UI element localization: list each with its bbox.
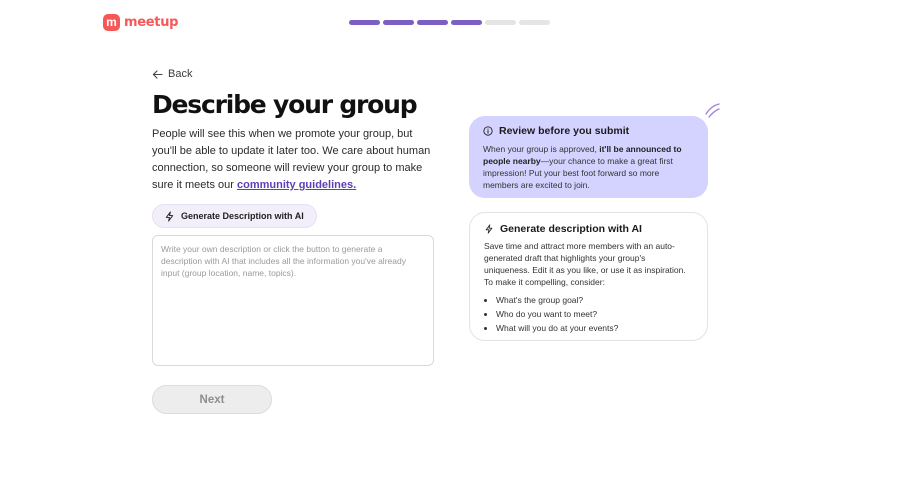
- description-input[interactable]: [152, 235, 434, 366]
- back-label: Back: [168, 68, 193, 80]
- progress-segment: [417, 20, 448, 25]
- arrow-left-icon: [152, 69, 163, 79]
- review-text-start: When your group is approved,: [483, 144, 600, 154]
- sparkle-lines-icon: [705, 103, 720, 118]
- lightning-icon: [165, 210, 174, 222]
- progress-segment: [485, 20, 516, 25]
- back-button[interactable]: Back: [152, 68, 192, 80]
- review-before-submit-card: Review before you submit When your group…: [469, 116, 708, 198]
- progress-segment: [519, 20, 550, 25]
- progress-segment: [451, 20, 482, 25]
- ai-card-heading: Generate description with AI: [484, 223, 693, 235]
- list-item: What will you do at your events?: [496, 321, 693, 335]
- generate-with-ai-card: Generate description with AI Save time a…: [469, 212, 708, 341]
- review-card-heading: Review before you submit: [483, 125, 694, 137]
- page-title: Describe your group: [152, 90, 418, 119]
- next-button[interactable]: Next: [152, 385, 272, 414]
- generate-button-label: Generate Description with AI: [181, 211, 304, 221]
- progress-bar: [349, 20, 550, 25]
- progress-segment: [349, 20, 380, 25]
- review-card-title: Review before you submit: [499, 125, 630, 137]
- ai-card-bullets: What's the group goal? Who do you want t…: [484, 293, 693, 335]
- generate-description-button[interactable]: Generate Description with AI: [152, 204, 317, 228]
- intro-text: People will see this when we promote you…: [152, 126, 437, 194]
- list-item: What's the group goal?: [496, 293, 693, 307]
- info-icon: [483, 126, 493, 136]
- review-card-text: When your group is approved, it'll be an…: [483, 143, 694, 191]
- logo-text: meetup: [124, 15, 179, 30]
- meetup-logo[interactable]: m meetup: [103, 14, 178, 31]
- progress-segment: [383, 20, 414, 25]
- lightning-icon: [485, 224, 493, 234]
- community-guidelines-link[interactable]: community guidelines.: [237, 179, 356, 191]
- logo-mark: m: [103, 14, 120, 31]
- ai-card-body: Save time and attract more members with …: [484, 241, 686, 287]
- ai-card-title: Generate description with AI: [500, 223, 642, 235]
- list-item: Who do you want to meet?: [496, 307, 693, 321]
